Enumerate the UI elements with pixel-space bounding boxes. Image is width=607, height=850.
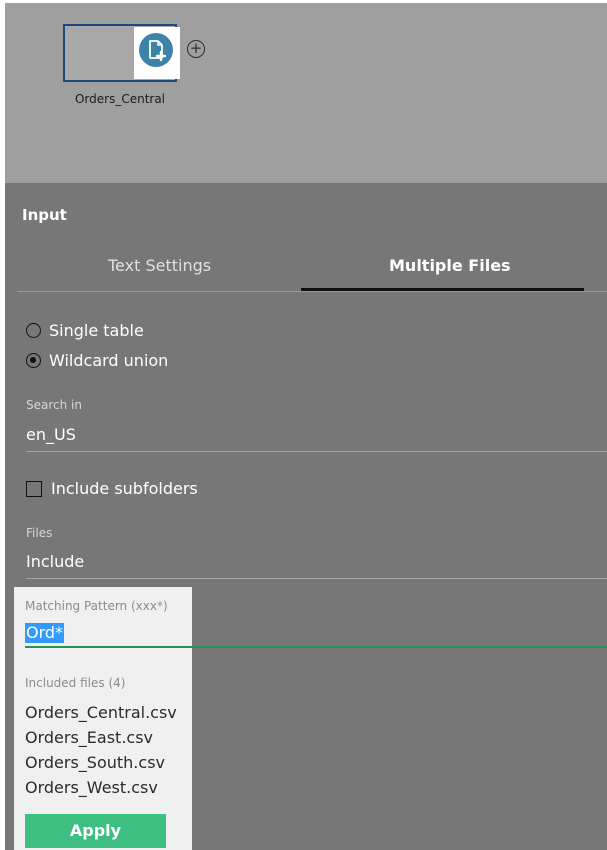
included-file-item: Orders_Central.csv [25, 703, 177, 722]
single-table-option[interactable]: Single table [26, 321, 144, 340]
included-file-item: Orders_West.csv [25, 778, 158, 797]
include-subfolders-label: Include subfolders [51, 479, 198, 498]
tab-text-settings[interactable]: Text Settings [108, 256, 211, 275]
matching-pattern-input[interactable]: Ord* [25, 623, 65, 643]
pane-title: Input [22, 206, 67, 224]
apply-button[interactable]: Apply [25, 814, 166, 848]
included-files-label: Included files (4) [25, 676, 126, 690]
wildcard-union-label: Wildcard union [49, 351, 169, 370]
file-add-icon [139, 33, 173, 67]
tab-multiple-files[interactable]: Multiple Files [389, 256, 511, 275]
single-table-radio[interactable] [26, 323, 41, 338]
search-in-field[interactable]: en_US [26, 425, 76, 444]
search-in-underline [26, 451, 607, 452]
files-label: Files [26, 526, 53, 540]
node-label: Orders_Central [74, 92, 166, 106]
wildcard-union-option[interactable]: Wildcard union [26, 351, 168, 370]
single-table-label: Single table [49, 321, 144, 340]
files-select[interactable]: Include [26, 552, 84, 571]
wildcard-union-radio[interactable] [26, 353, 41, 368]
files-underline [26, 578, 607, 579]
include-subfolders-option[interactable]: Include subfolders [26, 479, 198, 498]
search-in-label: Search in [26, 398, 82, 412]
included-file-item: Orders_East.csv [25, 728, 154, 747]
matching-pattern-label: Matching Pattern (xxx*) [25, 599, 168, 613]
tabs-divider [17, 291, 607, 292]
matching-pattern-underline [25, 646, 607, 648]
plus-circle-icon[interactable]: + [187, 40, 205, 58]
include-subfolders-checkbox[interactable] [26, 480, 42, 497]
included-file-item: Orders_South.csv [25, 753, 165, 772]
